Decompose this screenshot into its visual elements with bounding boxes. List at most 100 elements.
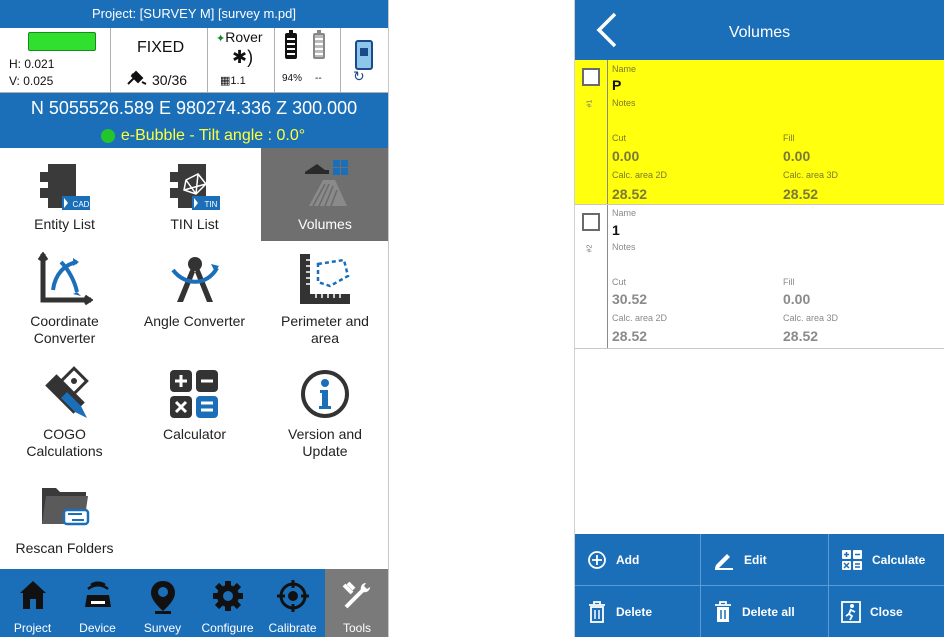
nav-device[interactable]: Device	[65, 569, 130, 637]
bottom-nav: Project Device Survey Configure Calibrat…	[0, 569, 388, 637]
exit-door-icon	[841, 600, 861, 623]
tool-label-line-1: Version and	[288, 426, 362, 442]
delete-all-label: Delete all	[742, 604, 795, 619]
tool-label-line-2: Calculations	[26, 443, 103, 459]
svg-text:TIN: TIN	[204, 200, 217, 209]
tools-screen: Project: [SURVEY M] [survey m.pd] H: 0.0…	[0, 0, 389, 637]
add-button[interactable]: Add	[575, 534, 700, 585]
tool-label: Calculator	[162, 426, 227, 442]
receiver-icon	[355, 40, 373, 70]
battery-icon	[285, 30, 297, 59]
close-label: Close	[870, 604, 903, 619]
bubble-status-icon	[100, 128, 115, 143]
fix-quality-indicator	[28, 32, 96, 51]
cut-value: 30.52	[612, 291, 648, 307]
delete-button[interactable]: Delete	[575, 586, 700, 637]
page-title: Volumes	[728, 24, 791, 41]
nav-project[interactable]: Project	[0, 569, 65, 637]
tool-tin-list[interactable]: TIN TIN List	[130, 148, 259, 241]
tool-cogo-calculations[interactable]: COGO Calculations	[0, 362, 129, 466]
header-bar: Volumes	[575, 0, 944, 60]
record-checkbox[interactable]	[582, 213, 600, 231]
tool-version-update[interactable]: Version and Update	[261, 362, 388, 466]
precision-panel: H: 0.021 V: 0.025	[0, 28, 111, 92]
rover-label: ✦Rover	[216, 29, 263, 45]
record-strip: #1	[575, 60, 608, 204]
add-circle-icon	[588, 550, 606, 569]
trash-icon	[589, 600, 605, 623]
edit-button[interactable]: Edit	[701, 534, 828, 585]
tool-label: Angle Converter	[143, 313, 246, 329]
cad-file-icon: CAD	[39, 164, 90, 210]
volume-record[interactable]: #2 Name 1 Notes Cut 30.52 Fill 0.00 Calc…	[575, 205, 944, 349]
trash-all-icon	[715, 600, 731, 622]
satellite-icon	[126, 70, 148, 89]
tool-perimeter-area[interactable]: Perimeter and area	[261, 250, 388, 354]
bluetooth-icon: ✱)	[232, 47, 254, 67]
nav-configure[interactable]: Configure	[195, 569, 260, 637]
pencil-icon	[715, 553, 733, 570]
fill-label: Fill	[783, 277, 795, 287]
tool-rescan-folders[interactable]: Rescan Folders	[0, 478, 129, 560]
delete-all-button[interactable]: Delete all	[701, 586, 828, 637]
tool-label-line-2: Converter	[33, 330, 96, 346]
solution-panel: FIXED 30/36	[111, 28, 208, 92]
fill-value: 0.00	[783, 291, 811, 307]
crosshair-icon	[276, 580, 309, 612]
notes-label: Notes	[612, 98, 636, 108]
area2d-label: Calc. area 2D	[612, 170, 668, 180]
satellite-count: 30/36	[152, 71, 188, 88]
area3d-value: 28.52	[783, 328, 819, 344]
record-checkbox[interactable]	[582, 68, 600, 86]
tool-calculator[interactable]: Calculator	[130, 362, 259, 466]
nav-label: Survey	[143, 621, 182, 635]
area3d-value: 28.52	[783, 186, 819, 202]
name-label: Name	[612, 208, 637, 218]
calculate-button[interactable]: Calculate	[829, 534, 944, 585]
rover-panel[interactable]: ✦Rover ✱) ▦1.1	[208, 28, 275, 92]
tool-label: Entity List	[34, 216, 95, 232]
horizontal-precision: H: 0.021	[9, 57, 55, 71]
delete-label: Delete	[616, 604, 653, 619]
record-name: 1	[612, 222, 620, 238]
receiver-version: ▦1.1	[220, 75, 246, 87]
nav-calibrate[interactable]: Calibrate	[260, 569, 325, 637]
battery-1-percent: 94%	[282, 73, 303, 84]
nav-tools[interactable]: Tools	[325, 569, 388, 637]
nav-label: Tools	[342, 621, 371, 635]
nav-survey[interactable]: Survey	[130, 569, 195, 637]
tool-coordinate-converter[interactable]: Coordinate Converter	[0, 250, 129, 354]
area3d-label: Calc. area 3D	[783, 313, 839, 323]
fill-label: Fill	[783, 133, 795, 143]
nav-label: Device	[79, 621, 116, 635]
tool-volumes[interactable]: Volumes	[261, 148, 388, 241]
info-icon	[301, 370, 349, 418]
coordinate-converter-icon	[37, 252, 93, 306]
record-name: P	[612, 77, 622, 93]
tool-label-line-2: Update	[302, 443, 348, 459]
tool-entity-list[interactable]: CAD Entity List	[0, 148, 129, 241]
volume-record[interactable]: #1 Name P Notes Cut 0.00 Fill 0.00 Calc.…	[575, 60, 944, 205]
record-index: #1	[586, 99, 594, 108]
cut-label: Cut	[612, 133, 627, 143]
device-panel[interactable]: ↻	[341, 28, 388, 92]
reconnect-icon: ↻	[353, 68, 365, 84]
record-strip: #2	[575, 205, 608, 348]
tools-icon	[342, 581, 370, 609]
cut-value: 0.00	[612, 148, 640, 164]
notes-label: Notes	[612, 242, 636, 252]
tool-label: Rescan Folders	[15, 540, 114, 556]
project-bar[interactable]: Project: [SURVEY M] [survey m.pd]	[0, 0, 388, 28]
volumes-screen: Volumes #1 Name P Notes Cut 0.00 Fill 0.…	[574, 0, 944, 637]
calculate-label: Calculate	[872, 552, 926, 567]
tilt-angle-text: e-Bubble - Tilt angle : 0.0°	[120, 126, 306, 144]
battery-panel: 94% --	[275, 28, 341, 92]
tool-angle-converter[interactable]: Angle Converter	[130, 250, 259, 354]
cogo-icon	[44, 366, 89, 418]
action-toolbar: Add Edit Calculate Delete Delete all Clo…	[575, 534, 944, 637]
close-button[interactable]: Close	[829, 586, 944, 637]
coordinates-readout: N 5055526.589 E 980274.336 Z 300.000	[0, 93, 388, 123]
battery-empty-icon	[313, 30, 325, 59]
vertical-precision: V: 0.025	[9, 74, 54, 88]
compass-icon	[170, 257, 219, 302]
